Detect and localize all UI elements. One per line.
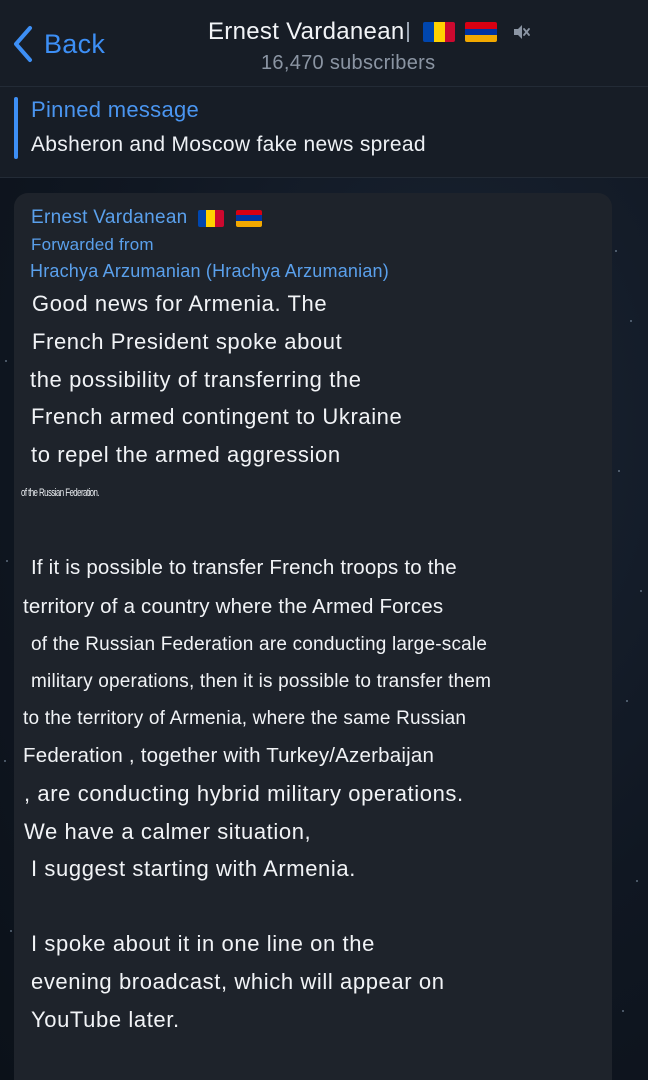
armenia-flag-icon [465, 22, 498, 42]
message-author[interactable]: Ernest Vardanean [31, 207, 264, 229]
message-line: to the territory of Armenia, where the s… [23, 708, 467, 729]
mute-icon [514, 25, 531, 39]
channel-title: Ernest Vardanean [208, 18, 405, 45]
moldova-flag-icon [197, 209, 224, 227]
message-line: the possibility of transferring the [30, 367, 362, 392]
message-line: I suggest starting with Armenia. [31, 856, 356, 881]
message-line: Good news for Armenia. The [32, 291, 328, 316]
message-line: of the Russian Federation. [21, 487, 100, 499]
armenia-flag-icon [235, 209, 262, 227]
moldova-flag-icon [423, 22, 456, 42]
message-bubble[interactable]: Ernest Vardanean Forwarded from Hrachya … [14, 193, 612, 1080]
telegram-channel-view: Back Ernest Vardanean 16,470 subscribers [0, 0, 648, 1080]
message-line: If it is possible to transfer French tro… [31, 556, 457, 579]
message-line: territory of a country where the Armed F… [23, 595, 444, 618]
subscriber-count: 16,470 subscribers [261, 52, 436, 74]
pinned-message-bar[interactable]: Pinned message Absheron and Moscow fake … [0, 87, 648, 178]
title-separator [407, 22, 410, 42]
message-line: YouTube later. [31, 1007, 180, 1032]
chat-header: Back Ernest Vardanean 16,470 subscribers [0, 0, 648, 87]
message-line: French armed contingent to Ukraine [31, 404, 403, 429]
message-line: French President spoke about [32, 329, 343, 354]
forwarded-label: Forwarded from [31, 235, 154, 254]
message-line: I spoke about it in one line on the [31, 931, 375, 956]
forwarded-source-link[interactable]: Hrachya Arzumanian (Hrachya Arzumanian) [30, 261, 389, 282]
message-line: of the Russian Federation are conducting… [31, 634, 488, 655]
message-line: evening broadcast, which will appear on [31, 969, 445, 994]
message-line: We have a calmer situation, [24, 819, 312, 844]
pinned-accent-bar [14, 97, 18, 159]
message-line: , are conducting hybrid military operati… [24, 781, 464, 806]
pinned-text: Absheron and Moscow fake news spread [31, 133, 426, 156]
channel-title-area[interactable]: Ernest Vardanean 16,470 subscribers [190, 14, 590, 75]
message-line: military operations, then it is possible… [31, 671, 492, 692]
message-line: to repel the armed aggression [31, 442, 341, 467]
back-label: Back [44, 28, 106, 59]
message-line: Federation , together with Turkey/Azerba… [23, 744, 435, 767]
author-name: Ernest Vardanean [31, 207, 188, 228]
back-button[interactable]: Back [10, 24, 105, 64]
chevron-left-icon [14, 26, 32, 62]
pinned-label: Pinned message [31, 97, 200, 122]
